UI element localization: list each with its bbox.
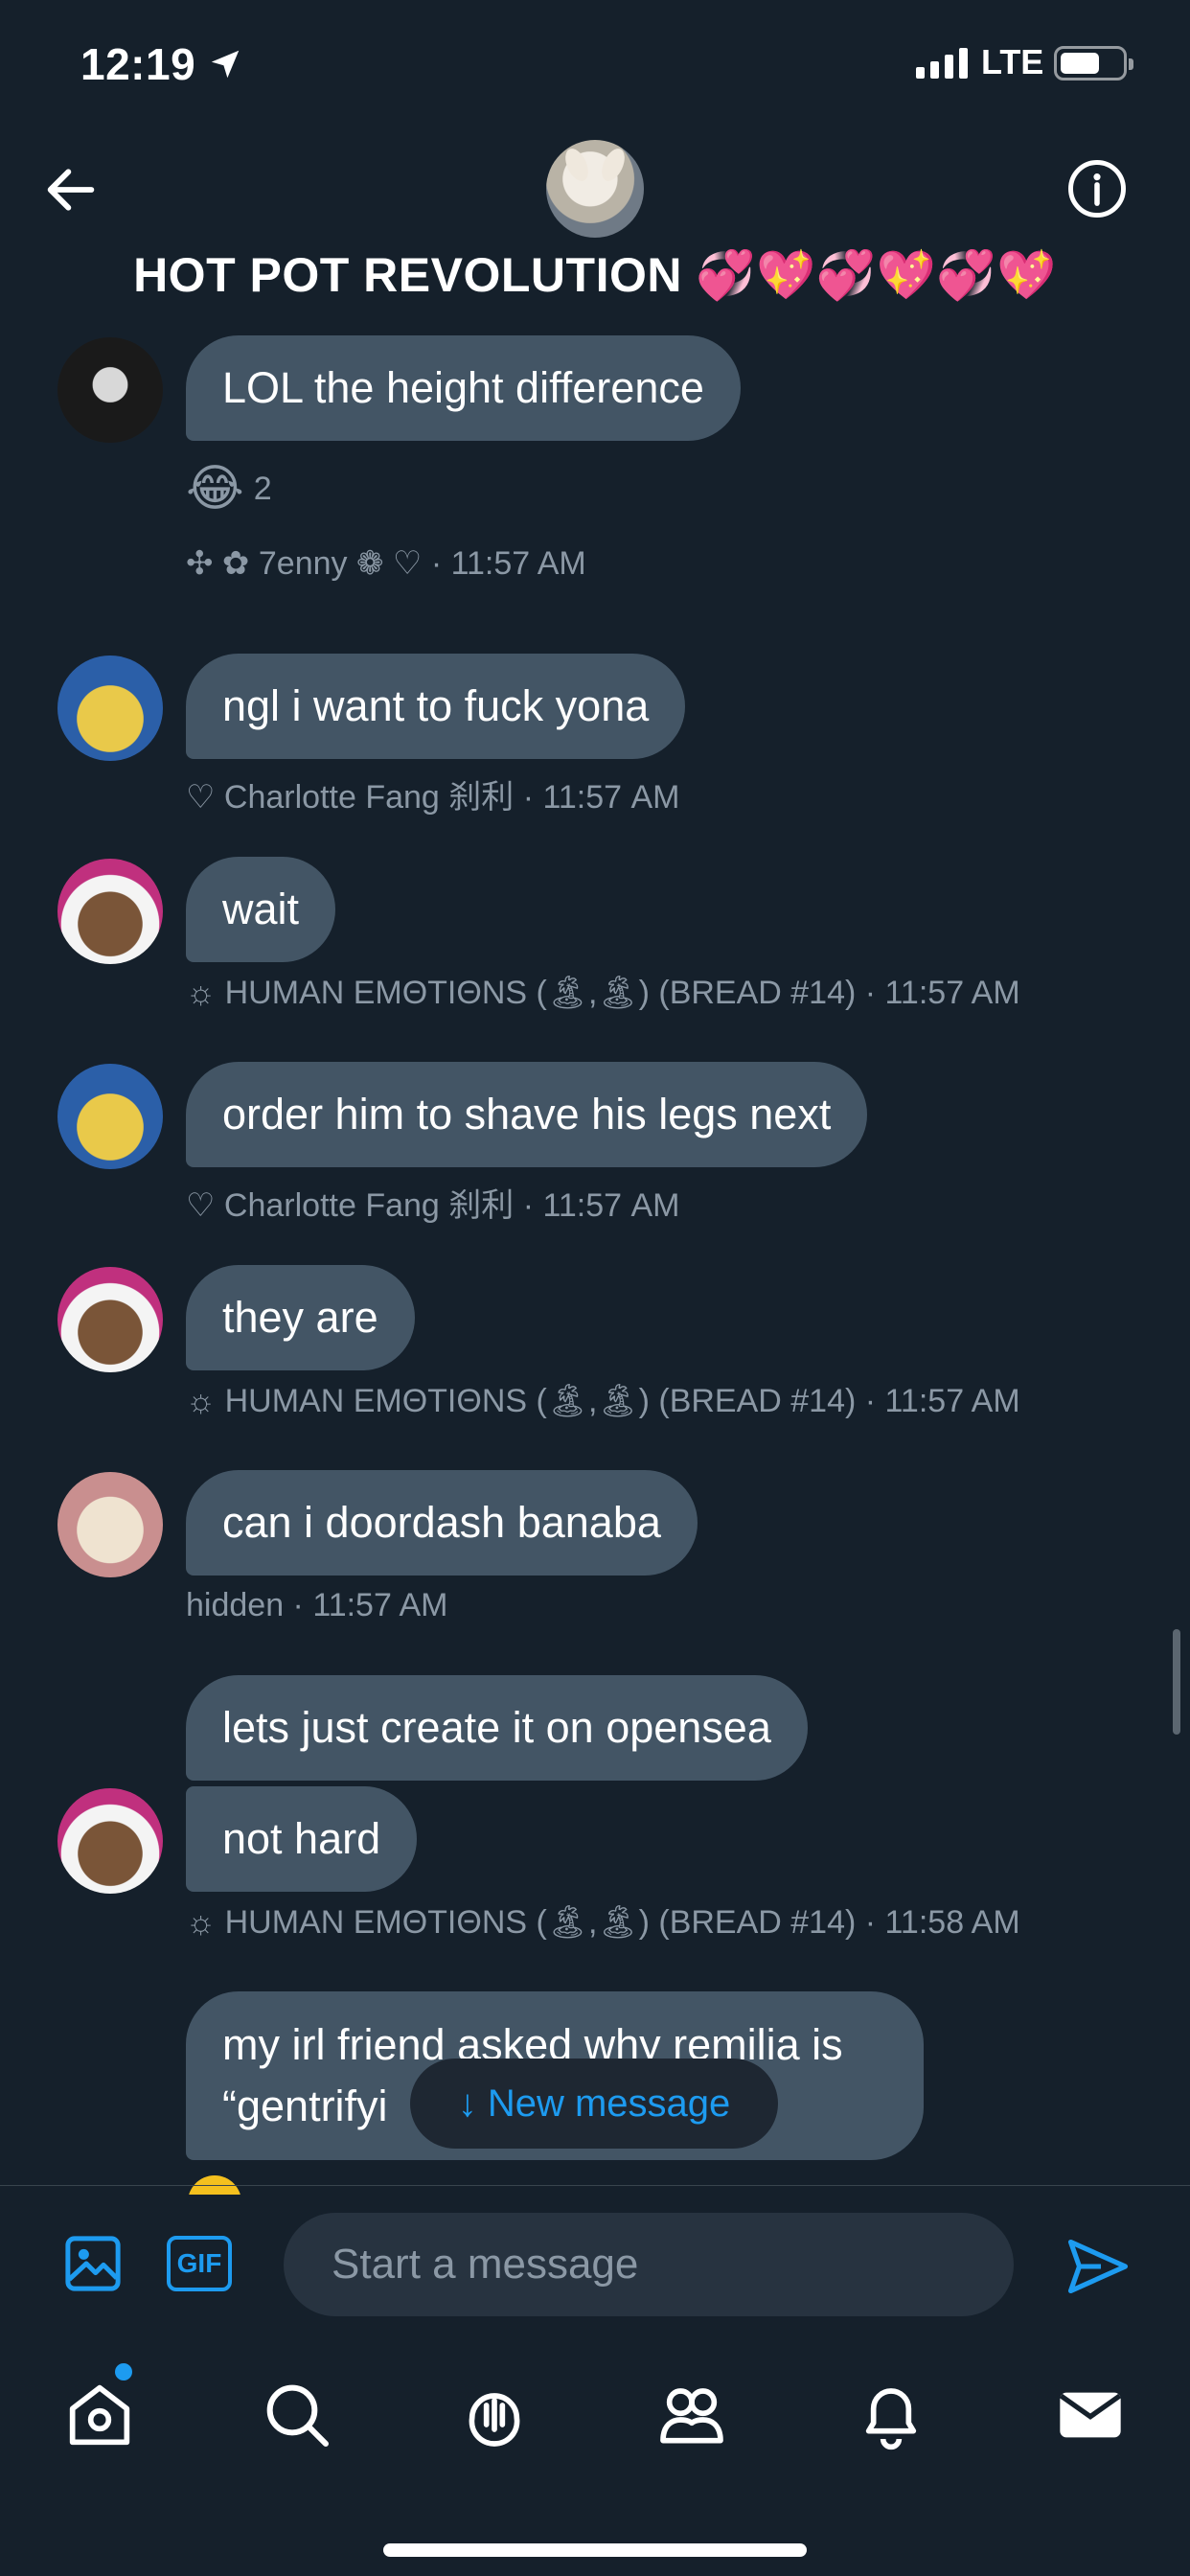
message-bubble[interactable]: they are <box>186 1265 415 1370</box>
notifications-icon[interactable] <box>853 2377 929 2453</box>
message-bubble[interactable]: wait <box>186 857 336 962</box>
conversation-header: HOT POT REVOLUTION 💞💖💞💖💞💖 <box>0 134 1190 326</box>
message-bubble[interactable]: ngl i want to fuck yona <box>186 654 686 759</box>
send-icon[interactable] <box>1064 2232 1133 2301</box>
info-icon[interactable] <box>1065 157 1129 220</box>
message-bubble[interactable]: lets just create it on opensea <box>186 1675 808 1781</box>
status-time: 12:19 <box>80 39 196 89</box>
message-meta: ☼ HUMAN EMΘTIΘNS (🏝,🏝) (BREAD #14) · 11:… <box>186 1904 1020 1941</box>
tab-bar <box>0 2338 1190 2576</box>
message-composer: GIF <box>0 2185 1190 2338</box>
reaction-count: 2 <box>253 470 272 507</box>
reaction[interactable]: 😂 2 <box>186 460 272 518</box>
battery-icon <box>1054 46 1133 80</box>
location-arrow-icon <box>207 46 243 82</box>
message-meta: ☼ HUMAN EMΘTIΘNS (🏝,🏝) (BREAD #14) · 11:… <box>186 975 1020 1011</box>
avatar[interactable] <box>57 337 163 443</box>
group-avatar[interactable] <box>546 140 644 238</box>
communities-icon[interactable] <box>653 2377 730 2453</box>
notification-dot <box>115 2363 132 2380</box>
message-bubble[interactable]: can i doordash banaba <box>186 1470 698 1576</box>
message-meta: ♡ Charlotte Fang 刹利 · 11:57 AM <box>186 779 680 816</box>
group-title[interactable]: HOT POT REVOLUTION 💞💖💞💖💞💖 <box>0 247 1190 304</box>
message-meta: ✣ ✿ 7enny ❁ ♡ · 11:57 AM <box>186 545 586 582</box>
spaces-icon[interactable] <box>456 2377 533 2453</box>
message-input[interactable] <box>284 2213 1014 2316</box>
image-icon[interactable] <box>61 2232 125 2295</box>
avatar[interactable] <box>57 656 163 761</box>
search-icon[interactable] <box>259 2377 335 2453</box>
message-bubble[interactable]: order him to shave his legs next <box>186 1062 868 1167</box>
message-bubble[interactable]: not hard <box>186 1786 418 1892</box>
network-type: LTE <box>981 42 1044 81</box>
cellular-signal-icon <box>916 46 968 79</box>
reaction-emoji: 😂 <box>186 461 244 517</box>
status-bar: 12:19 LTE <box>0 0 1190 134</box>
back-arrow-icon[interactable] <box>40 159 102 220</box>
message-meta: ☼ HUMAN EMΘTIΘNS (🏝,🏝) (BREAD #14) · 11:… <box>186 1383 1020 1419</box>
avatar[interactable] <box>57 1064 163 1169</box>
message-meta: hidden · 11:57 AM <box>186 1587 448 1623</box>
message-bubble[interactable]: LOL the height difference <box>186 335 741 441</box>
messages-icon[interactable] <box>1052 2377 1129 2453</box>
home-indicator[interactable] <box>383 2543 807 2557</box>
message-list[interactable]: LOL the height difference 😂 2 ✣ ✿ 7enny … <box>0 326 1190 2185</box>
avatar[interactable] <box>57 859 163 964</box>
message-meta: ♡ Charlotte Fang 刹利 · 11:57 AM <box>186 1187 680 1224</box>
scrollbar[interactable] <box>1173 1629 1180 1735</box>
avatar[interactable] <box>57 1267 163 1372</box>
new-message-button[interactable]: ↓ New message <box>410 2058 778 2149</box>
avatar[interactable] <box>57 1472 163 1577</box>
avatar[interactable] <box>57 1788 163 1894</box>
gif-button[interactable]: GIF <box>167 2236 232 2291</box>
home-icon[interactable] <box>61 2377 138 2453</box>
